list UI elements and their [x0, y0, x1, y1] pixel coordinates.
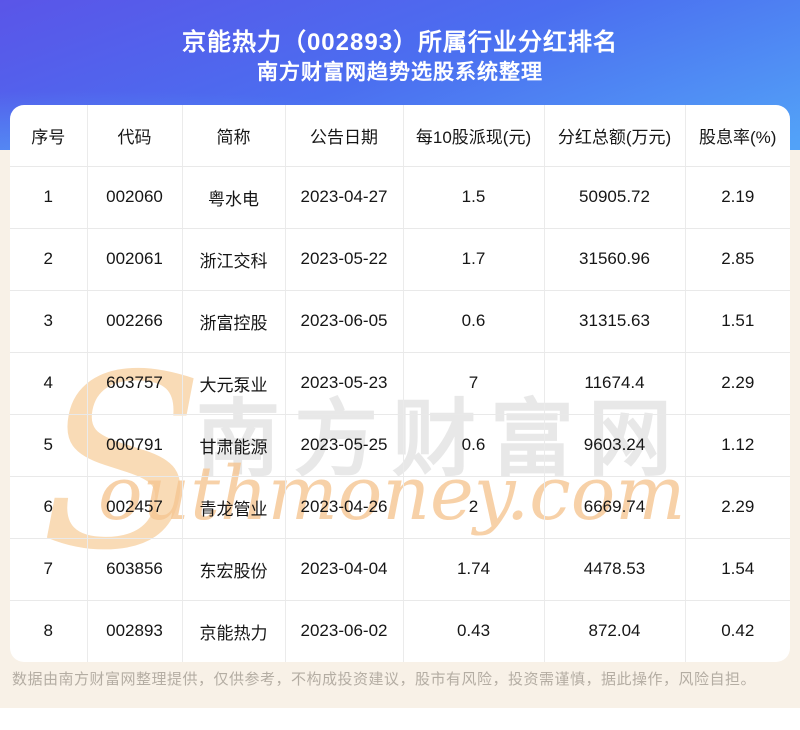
page-subtitle: 南方财富网趋势选股系统整理 [257, 61, 543, 84]
table-cell: 1.5 [403, 166, 545, 229]
table-cell: 2.29 [685, 476, 790, 539]
table-cell: 青龙管业 [182, 476, 286, 539]
table-cell: 50905.72 [544, 166, 686, 229]
table-cell: 6 [10, 476, 88, 539]
table-cell: 11674.4 [544, 352, 686, 415]
table-row: 6 002457 青龙管业 2023-04-26 2 6669.74 2.29 [10, 476, 790, 539]
table-cell: 603856 [87, 538, 183, 601]
table-cell: 1.7 [403, 228, 545, 291]
column-header: 公告日期 [285, 105, 404, 167]
table-cell: 2023-04-27 [285, 166, 404, 229]
table-cell: 0.43 [403, 600, 545, 662]
page-title: 京能热力（002893）所属行业分红排名 [181, 29, 619, 56]
table-cell: 002457 [87, 476, 183, 539]
table-cell: 2 [10, 228, 88, 291]
table-cell: 1.51 [685, 290, 790, 353]
table-cell: 东宏股份 [182, 538, 286, 601]
column-header: 股息率(%) [685, 105, 790, 167]
table-header-row: 序号 代码 简称 公告日期 每10股派现(元) 分红总额(万元) 股息率(%) [10, 105, 790, 167]
dividend-table-body: 1 002060 粤水电 2023-04-27 1.5 50905.72 2.19 2 0020… [10, 166, 790, 662]
table-cell: 603757 [87, 352, 183, 415]
column-header: 分红总额(万元) [544, 105, 686, 167]
table-cell: 2023-06-02 [285, 600, 404, 662]
table-cell: 2023-04-26 [285, 476, 404, 539]
table-cell: 甘肃能源 [182, 414, 286, 477]
column-header: 序号 [10, 105, 88, 167]
table-cell: 2023-05-23 [285, 352, 404, 415]
table-cell: 2023-06-05 [285, 290, 404, 353]
table-row: 3 002266 浙富控股 2023-06-05 0.6 31315.63 1.51 [10, 290, 790, 353]
table-cell: 6669.74 [544, 476, 686, 539]
table-row: 7 603856 东宏股份 2023-04-04 1.74 4478.53 1.54 [10, 538, 790, 601]
dividend-ranking-table: 序号 代码 简称 公告日期 每10股派现(元) 分红总额(万元) 股息率(%) 1 00206… [10, 105, 790, 662]
table-row: 2 002061 浙江交科 2023-05-22 1.7 31560.96 2.85 [10, 228, 790, 291]
bottom-margin [0, 708, 800, 730]
table-cell: 3 [10, 290, 88, 353]
table-cell: 0.6 [403, 414, 545, 477]
table-cell: 5 [10, 414, 88, 477]
table-cell: 大元泵业 [182, 352, 286, 415]
table-cell: 002060 [87, 166, 183, 229]
table-cell: 872.04 [544, 600, 686, 662]
table-cell: 2.29 [685, 352, 790, 415]
table-cell: 粤水电 [182, 166, 286, 229]
ranking-table-card: S 南方财富网 outhmoney.com 序号 代码 简称 公告日期 每10股派现(元… [10, 105, 790, 662]
table-cell: 2.19 [685, 166, 790, 229]
table-cell: 2 [403, 476, 545, 539]
table-cell: 1.54 [685, 538, 790, 601]
table-cell: 京能热力 [182, 600, 286, 662]
table-row: 5 000791 甘肃能源 2023-05-25 0.6 9603.24 1.12 [10, 414, 790, 477]
table-cell: 000791 [87, 414, 183, 477]
table-cell: 1 [10, 166, 88, 229]
table-cell: 002061 [87, 228, 183, 291]
column-header: 代码 [87, 105, 183, 167]
table-cell: 2.85 [685, 228, 790, 291]
table-cell: 2023-05-25 [285, 414, 404, 477]
disclaimer-text: 数据由南方财富网整理提供，仅供参考，不构成投资建议，股市有风险，投资需谨慎，据此… [12, 671, 757, 688]
table-cell: 0.6 [403, 290, 545, 353]
table-cell: 31315.63 [544, 290, 686, 353]
table-row: 8 002893 京能热力 2023-06-02 0.43 872.04 0.42 [10, 600, 790, 662]
table-cell: 8 [10, 600, 88, 662]
table-cell: 0.42 [721, 621, 755, 641]
column-header: 简称 [182, 105, 286, 167]
table-cell: 31560.96 [544, 228, 686, 291]
table-cell: 2023-04-04 [285, 538, 404, 601]
table-cell: 1.12 [685, 414, 790, 477]
table-cell: 2023-05-22 [285, 228, 404, 291]
table-row: 1 002060 粤水电 2023-04-27 1.5 50905.72 2.19 [10, 166, 790, 229]
table-cell: 9603.24 [544, 414, 686, 477]
table-cell: 浙江交科 [182, 228, 286, 291]
table-cell: 1.74 [403, 538, 545, 601]
table-cell: 浙富控股 [182, 290, 286, 353]
table-row: 4 603757 大元泵业 2023-05-23 7 11674.4 2.29 [10, 352, 790, 415]
table-cell: 002893 [87, 600, 183, 662]
column-header: 每10股派现(元) [403, 105, 545, 167]
table-cell: 7 [403, 352, 545, 415]
table-cell: 002266 [87, 290, 183, 353]
table-cell: 4478.53 [544, 538, 686, 601]
table-cell: 7 [10, 538, 88, 601]
table-cell: 4 [10, 352, 88, 415]
